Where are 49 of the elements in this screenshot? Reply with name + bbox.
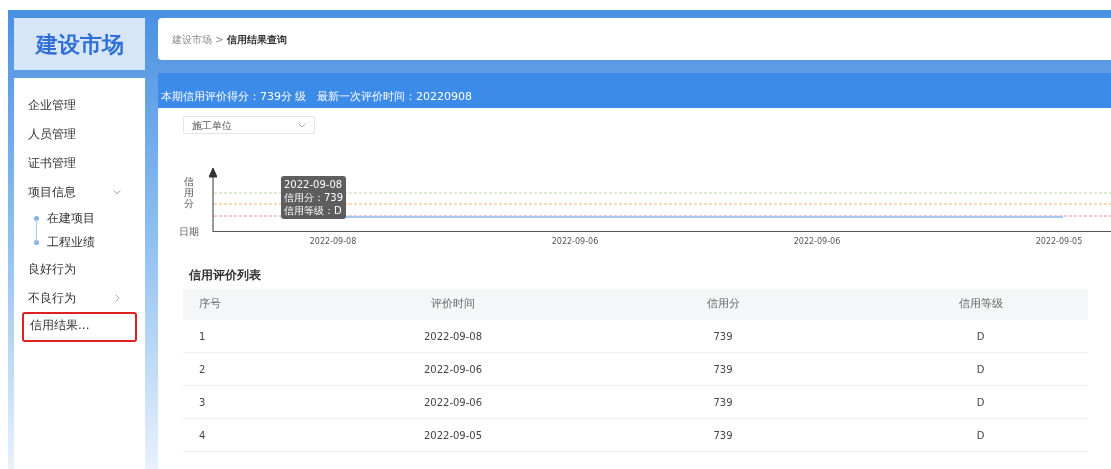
sidebar-item[interactable]: 不良行为 bbox=[22, 283, 137, 312]
sidebar-subitem[interactable]: 在建项目 bbox=[47, 209, 95, 227]
sidebar-item[interactable]: 企业管理 bbox=[22, 90, 137, 119]
table-cell-text: 4 bbox=[198, 428, 207, 443]
x-axis-tick-label: 2022-09-08 bbox=[309, 236, 357, 248]
table-cell-text: 2022-09-06 bbox=[422, 362, 484, 377]
table-cell-text: 1 bbox=[198, 329, 207, 344]
table-cell-text: 2022-09-08 bbox=[422, 329, 484, 344]
table-cell-text: D bbox=[975, 329, 986, 344]
bullet-icon bbox=[34, 239, 39, 245]
table-cell-text: 2022-09-06 bbox=[422, 395, 484, 410]
x-axis-label: 日期 bbox=[179, 225, 199, 239]
column-header: 信用等级 bbox=[957, 296, 1004, 313]
x-axis-tick-label: 2022-09-06 bbox=[793, 236, 841, 248]
table-cell-text: 739 bbox=[712, 362, 734, 377]
sidebar-item[interactable]: 信用结果... bbox=[22, 312, 137, 342]
table-cell-text: D bbox=[975, 362, 986, 377]
tooltip-text: 2022-09-08 bbox=[284, 178, 344, 191]
column-header: 信用分 bbox=[705, 296, 741, 313]
tooltip-text: 信用分：739 bbox=[284, 191, 344, 204]
tree-line bbox=[36, 219, 37, 243]
chart-axes bbox=[209, 168, 217, 232]
sidebar-item[interactable]: 证书管理 bbox=[22, 148, 137, 177]
bullet-icon bbox=[34, 215, 39, 221]
table-title: 信用评价列表 bbox=[189, 267, 262, 284]
table-cell-text: 739 bbox=[712, 329, 734, 344]
table-cell-text: 739 bbox=[712, 428, 734, 443]
chevron-down-icon bbox=[298, 122, 306, 128]
table-cell-text: 3 bbox=[198, 395, 207, 410]
y-axis-label: 信用分 bbox=[184, 176, 194, 209]
tooltip-text: 信用等级：D bbox=[284, 204, 343, 217]
table-cell-text: 2022-09-05 bbox=[422, 428, 484, 443]
column-header: 序号 bbox=[198, 296, 222, 313]
summary-text: 本期信用评价得分：739分 级 最新一次评价时间：20220908 bbox=[161, 88, 472, 105]
x-axis-tick-label: 2022-09-06 bbox=[551, 236, 599, 248]
table-cell-text: 739 bbox=[712, 395, 734, 410]
sidebar-item[interactable]: 人员管理 bbox=[22, 119, 137, 148]
column-header: 评价时间 bbox=[430, 296, 476, 313]
table-cell-text: D bbox=[975, 428, 986, 443]
table-cell-text: D bbox=[975, 395, 986, 410]
unit-dropdown[interactable]: 施工单位 bbox=[183, 116, 315, 134]
logo-text: 建设市场 bbox=[35, 30, 124, 59]
breadcrumb-link[interactable]: 建设市场 > bbox=[172, 31, 224, 47]
x-axis-tick-label: 2022-09-05 bbox=[1035, 236, 1083, 248]
sidebar-item[interactable]: 项目信息 bbox=[22, 177, 137, 206]
sidebar-subitem[interactable]: 工程业绩 bbox=[47, 233, 95, 251]
breadcrumb-current: 信用结果查询 bbox=[226, 32, 287, 47]
table-cell-text: 2 bbox=[198, 362, 207, 377]
sidebar-item[interactable]: 良好行为 bbox=[22, 254, 137, 283]
